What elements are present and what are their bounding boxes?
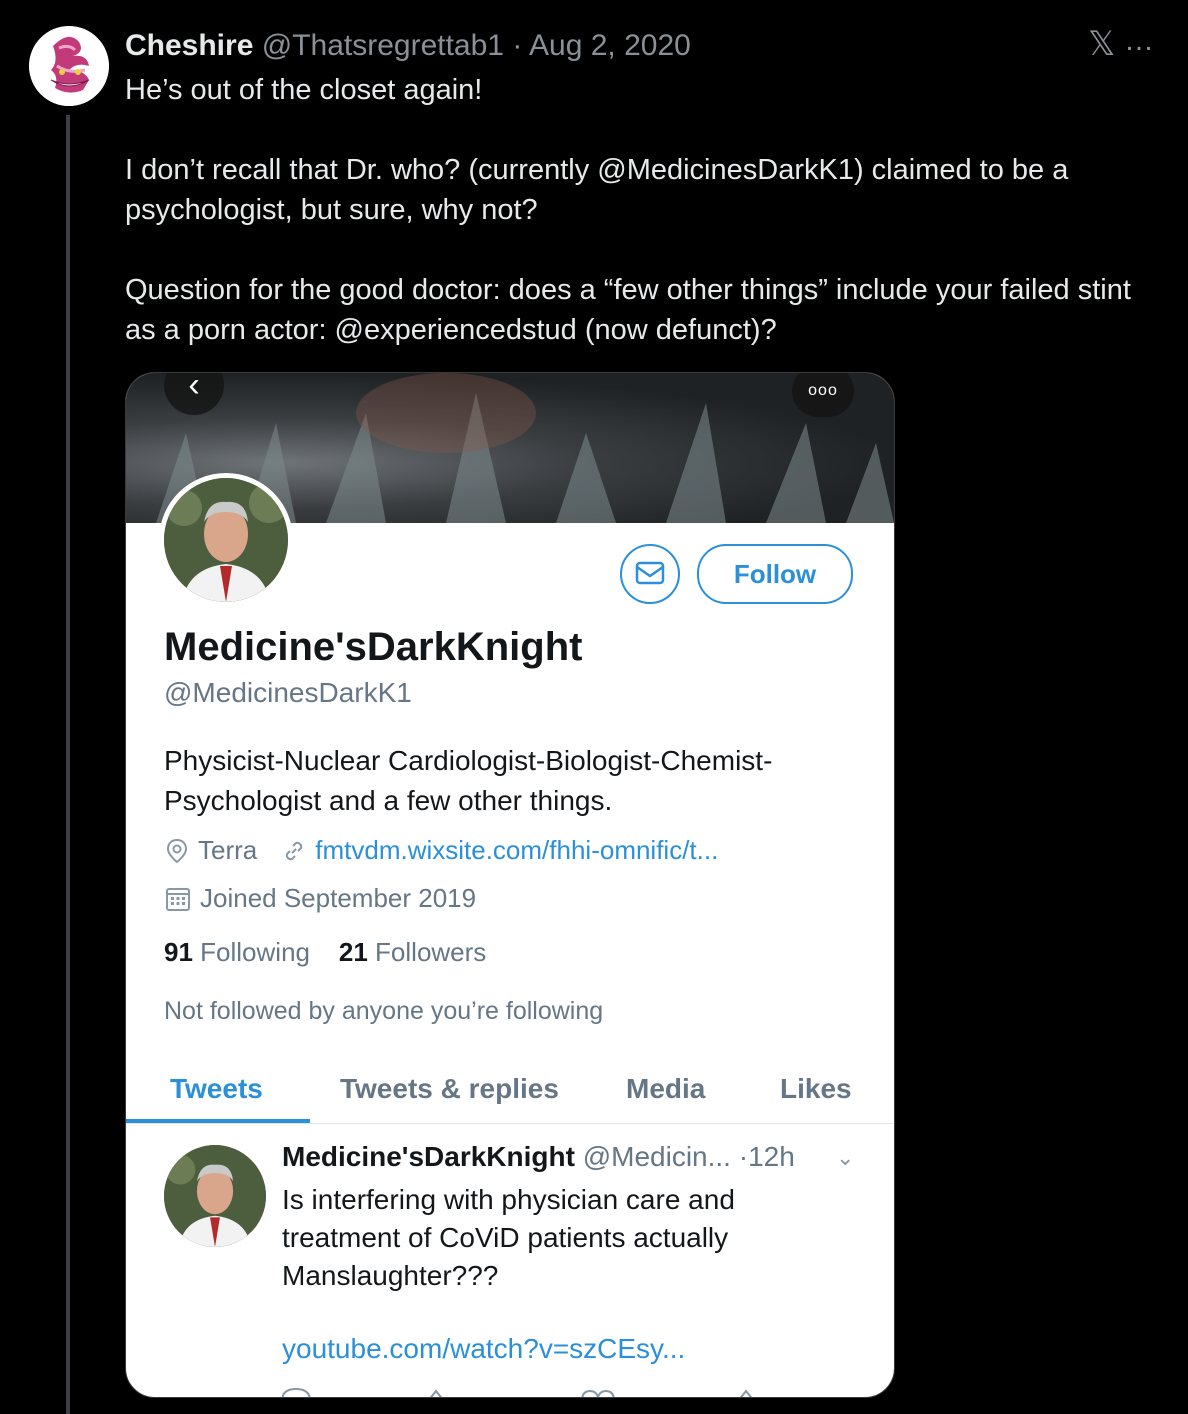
profile-meta-location-row: Terra fmtvdm.wixsite.com/fhhi-omnific/t.… [164, 835, 718, 866]
profile-meta-joined-row: Joined September 2019 [164, 883, 476, 914]
followers-count: 21 [338, 937, 368, 967]
tweet-header: Cheshire @Thatsregrettab1 · Aug 2, 2020 [125, 26, 691, 66]
mail-icon [635, 561, 665, 585]
profile-location: Terra [198, 835, 258, 865]
following-label: Following [200, 937, 310, 967]
author-name[interactable]: Cheshire [125, 29, 253, 62]
tweet-line-1: He’s out of the closet again! [125, 74, 483, 106]
tab-likes[interactable]: Likes [780, 1073, 852, 1105]
x-logo-icon: 𝕏 [1088, 24, 1116, 64]
calendar-icon [166, 887, 190, 911]
chevron-down-icon[interactable]: ⌄ [836, 1145, 854, 1171]
active-tab-indicator [126, 1119, 310, 1123]
more-options-icon[interactable]: … [1124, 24, 1155, 58]
followers-stat[interactable]: 21 Followers [339, 937, 486, 967]
reply-icon [281, 1387, 311, 1397]
pinned-tweet-text: Is interfering with physician care and t… [282, 1184, 735, 1291]
following-count: 91 [164, 937, 193, 967]
profile-website[interactable]: fmtvdm.wixsite.com/fhhi-omnific/t... [315, 835, 718, 866]
following-stat[interactable]: 91 Following [164, 937, 310, 967]
followers-label: Followers [375, 937, 487, 967]
profile-tabs: Tweets Tweets & replies Media Likes [126, 1063, 894, 1124]
link-icon [286, 841, 303, 860]
message-button[interactable] [620, 544, 680, 604]
profile-stats: 91 Following 21 Followers [164, 937, 486, 968]
tab-tweets-replies[interactable]: Tweets & replies [340, 1073, 559, 1105]
tweet-text: He’s out of the closet again! I don’t re… [125, 70, 1165, 350]
profile-more-button[interactable]: ooo [792, 373, 854, 417]
profile-joined: Joined September 2019 [200, 883, 477, 913]
tab-tweets[interactable]: Tweets [170, 1073, 263, 1105]
retweet-icon [429, 1389, 443, 1397]
like-icon [581, 1389, 615, 1397]
profile-bio: Physicist-Nuclear Cardiologist-Biologist… [164, 745, 773, 816]
thread-line [66, 115, 70, 1414]
pinned-tweet-actions [281, 1383, 842, 1397]
profile-avatar[interactable] [159, 473, 293, 607]
share-icon [739, 1389, 753, 1397]
tweet-line-2: I don’t recall that Dr. who? (currently … [125, 154, 1069, 226]
profile-name: Medicine'sDarkKnight [164, 625, 583, 669]
pinned-tweet-link[interactable]: youtube.com/watch?v=szCEsy... [282, 1333, 685, 1365]
location-icon [166, 838, 188, 863]
profile-handle: @MedicinesDarkK1 [164, 677, 412, 708]
attached-screenshot[interactable]: ‹ ooo Follow Medicine'sDarkKnight @Medic… [125, 372, 895, 1398]
not-followed-notice: Not followed by anyone you’re following [164, 997, 604, 1025]
pinned-tweet-time: ·12h [738, 1141, 795, 1172]
pinned-tweet-header: Medicine'sDarkKnight @Medicin... ·12h [282, 1141, 795, 1173]
tweet-line-3: Question for the good doctor: does a “fe… [125, 274, 1131, 346]
tab-media[interactable]: Media [626, 1073, 705, 1105]
pinned-tweet-name[interactable]: Medicine'sDarkKnight [282, 1141, 575, 1172]
author-handle[interactable]: @Thatsregrettab1 [262, 29, 504, 62]
follow-button[interactable]: Follow [697, 544, 853, 604]
tweet-date[interactable]: Aug 2, 2020 [529, 29, 691, 62]
pinned-tweet-handle[interactable]: @Medicin... [583, 1141, 731, 1172]
separator: · [512, 29, 523, 62]
author-avatar[interactable] [29, 26, 109, 106]
pinned-tweet-avatar[interactable] [164, 1145, 266, 1247]
